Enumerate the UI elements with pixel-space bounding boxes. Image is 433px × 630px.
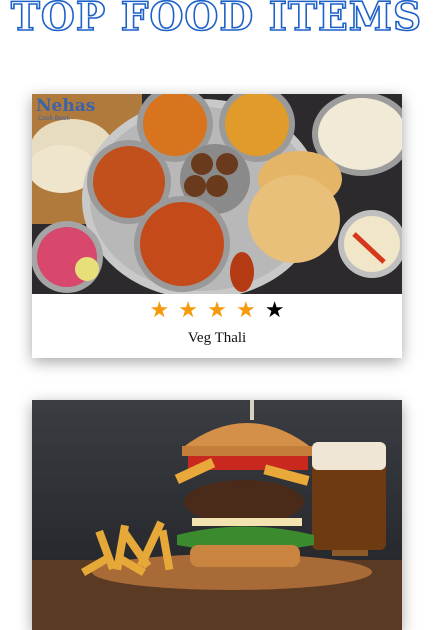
rating-stars: ★ ★ ★ ★ ★ <box>32 300 402 322</box>
star-empty-icon: ★ <box>264 298 285 323</box>
veg-thali-image[interactable] <box>32 94 402 294</box>
food-card-burger[interactable] <box>32 400 402 630</box>
star-filled-icon: ★ <box>149 298 170 323</box>
image-watermark: Nehas <box>36 96 96 116</box>
page-title: TOP FOOD ITEMS <box>10 0 423 41</box>
food-item-name: Veg Thali <box>187 330 247 346</box>
star-filled-icon: ★ <box>235 298 256 323</box>
image-watermark-sub: Cook Book <box>38 115 70 122</box>
burger-image[interactable] <box>32 400 402 630</box>
star-filled-icon: ★ <box>178 298 199 323</box>
food-card-veg-thali[interactable]: Nehas Cook Book ★ ★ ★ ★ ★ Veg Thali <box>32 94 402 358</box>
star-filled-icon: ★ <box>207 298 227 323</box>
